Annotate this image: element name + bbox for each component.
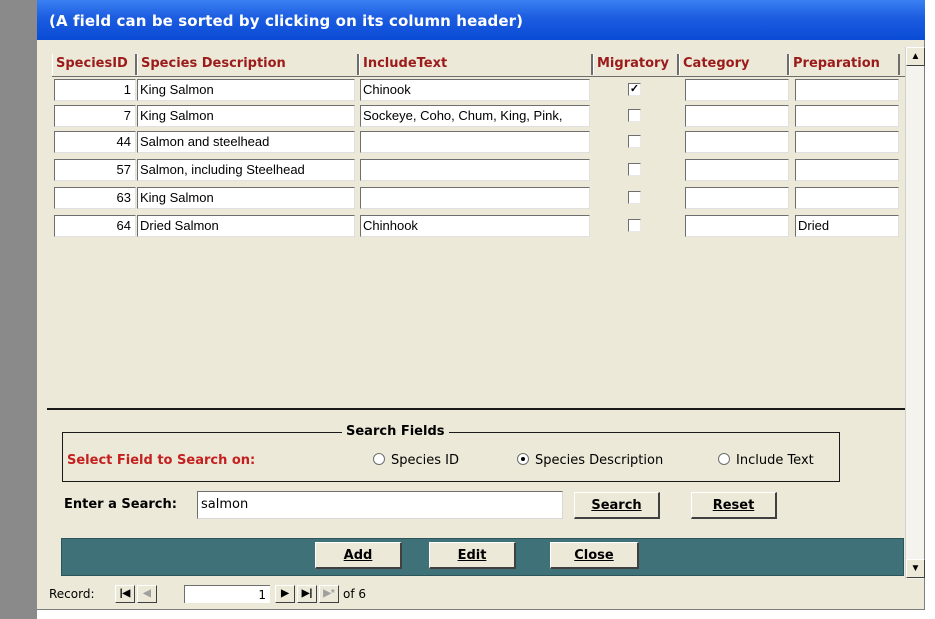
description-cell[interactable]: King Salmon [137,187,355,209]
column-header-category[interactable]: Category [679,54,789,75]
radio-label: Species Description [535,453,664,468]
description-cell[interactable]: Dried Salmon [137,215,355,237]
migratory-checkbox[interactable] [628,135,641,148]
next-record-icon[interactable]: ▶ [275,585,295,603]
last-record-icon[interactable]: ▶| [297,585,317,603]
scroll-down-icon[interactable]: ▼ [906,559,925,578]
column-header-preparation[interactable]: Preparation [789,54,900,75]
preparation-cell[interactable] [795,105,899,127]
scroll-up-icon[interactable]: ▲ [906,47,925,66]
record-label: Record: [49,587,95,601]
includetext-cell[interactable] [360,131,590,153]
header-divider [52,76,906,77]
speciesid-cell[interactable]: 63 [54,187,136,209]
includetext-cell[interactable]: Chinook [360,79,590,101]
speciesid-cell[interactable]: 7 [54,105,136,127]
speciesid-cell[interactable]: 1 [54,79,136,101]
speciesid-cell[interactable]: 64 [54,215,136,237]
speciesid-cell[interactable]: 57 [54,159,136,181]
record-count: of 6 [343,587,367,601]
radio-include-text[interactable]: Include Text [718,453,814,468]
category-cell[interactable] [685,215,789,237]
reset-button[interactable]: Reset [691,492,777,519]
includetext-cell[interactable] [360,159,590,181]
record-number-input[interactable]: 1 [184,585,270,603]
column-header-migratory[interactable]: Migratory [593,54,679,75]
section-divider [47,408,915,410]
search-button[interactable]: Search [574,492,660,519]
category-cell[interactable] [685,79,789,101]
column-header-includetext[interactable]: IncludeText [359,54,593,75]
new-record-icon[interactable]: ▶* [319,585,339,603]
search-input[interactable]: salmon [197,491,563,519]
category-cell[interactable] [685,159,789,181]
close-button[interactable]: Close [550,542,639,569]
column-header-species-description[interactable]: Species Description [137,54,359,75]
preparation-cell[interactable] [795,131,899,153]
category-cell[interactable] [685,187,789,209]
species-form-window: (A field can be sorted by clicking on it… [37,0,925,610]
radio-label: Species ID [391,453,460,468]
category-cell[interactable] [685,131,789,153]
edit-button[interactable]: Edit [429,542,516,569]
preparation-cell[interactable]: Dried [795,215,899,237]
migratory-checkbox[interactable] [628,191,641,204]
description-cell[interactable]: King Salmon [137,79,355,101]
preparation-cell[interactable] [795,159,899,181]
description-cell[interactable]: Salmon, including Steelhead [137,159,355,181]
add-button[interactable]: Add [315,542,402,569]
description-cell[interactable]: Salmon and steelhead [137,131,355,153]
migratory-checkbox[interactable] [628,219,641,232]
column-header-speciesid[interactable]: SpeciesID [52,54,137,75]
radio-species-description[interactable]: Species Description [517,453,663,468]
radio-label: Include Text [736,453,814,468]
includetext-cell[interactable] [360,187,590,209]
includetext-cell[interactable]: Chinhook [360,215,590,237]
enter-search-label: Enter a Search: [64,497,177,512]
prev-record-icon[interactable]: ◀ [137,585,157,603]
migratory-checkbox[interactable] [628,163,641,176]
radio-dot[interactable] [718,453,730,465]
includetext-cell[interactable]: Sockeye, Coho, Chum, King, Pink, [360,105,590,127]
form-title: (A field can be sorted by clicking on it… [49,12,524,30]
category-cell[interactable] [685,105,789,127]
background-strip [0,0,37,619]
preparation-cell[interactable] [795,79,899,101]
speciesid-cell[interactable]: 44 [54,131,136,153]
radio-dot[interactable] [517,453,529,465]
radio-species-id[interactable]: Species ID [373,453,459,468]
form-header: (A field can be sorted by clicking on it… [37,0,925,40]
first-record-icon[interactable]: |◀ [115,585,135,603]
radio-dot[interactable] [373,453,385,465]
migratory-checkbox[interactable] [628,109,641,122]
search-fields-legend: Search Fields [342,424,449,439]
migratory-checkbox[interactable]: ✓ [628,83,641,96]
description-cell[interactable]: King Salmon [137,105,355,127]
vertical-scrollbar[interactable]: ▲ ▼ [905,47,925,579]
select-field-label: Select Field to Search on: [67,453,256,468]
preparation-cell[interactable] [795,187,899,209]
